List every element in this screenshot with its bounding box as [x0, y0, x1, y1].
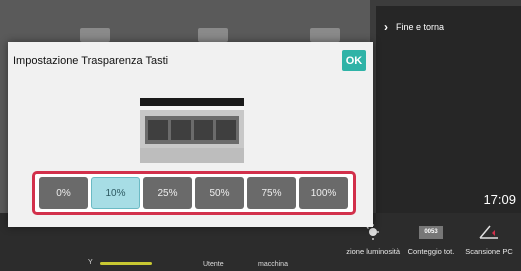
home-icon-3	[310, 28, 340, 42]
chevron-right-icon: ›	[384, 20, 388, 34]
option-25-button[interactable]: 25%	[143, 177, 192, 209]
scan-pc-button[interactable]: Scansione PC	[458, 221, 520, 256]
scan-pc-icon	[458, 221, 520, 243]
brightness-slider[interactable]	[100, 262, 152, 265]
option-50-button[interactable]: 50%	[195, 177, 244, 209]
home-icon-1	[80, 28, 110, 42]
home-icon-2	[198, 28, 228, 42]
user-label: Utente	[203, 261, 224, 268]
option-0-button[interactable]: 0%	[39, 177, 88, 209]
option-100-button[interactable]: 100%	[299, 177, 348, 209]
counter-label: Conteggio tot.	[407, 247, 455, 256]
counter-button[interactable]: 0053 Conteggio tot.	[400, 221, 462, 256]
option-10-button[interactable]: 10%	[91, 177, 140, 209]
preview-keys	[145, 116, 239, 144]
transparency-dialog: Impostazione Trasparenza Tasti OK 0% 10%…	[8, 42, 373, 227]
option-75-button[interactable]: 75%	[247, 177, 296, 209]
machine-label: macchina	[258, 261, 288, 268]
transparency-options: 0% 10% 25% 50% 75% 100%	[32, 171, 356, 215]
fine-e-torna-button[interactable]: › Fine e torna	[384, 20, 444, 34]
preview-key	[216, 120, 236, 140]
slider-letter: Y	[88, 259, 93, 266]
transparency-preview	[140, 98, 244, 163]
preview-key	[170, 120, 191, 140]
preview-key	[148, 120, 168, 140]
brightness-label: zione luminosità	[346, 247, 400, 256]
counter-icon: 0053	[419, 225, 443, 239]
clock: 17:09	[483, 192, 516, 207]
scan-pc-label: Scansione PC	[465, 247, 513, 256]
ok-button[interactable]: OK	[342, 50, 366, 71]
dialog-title: Impostazione Trasparenza Tasti	[13, 55, 169, 67]
preview-key	[193, 120, 214, 140]
fine-e-torna-label: Fine e torna	[396, 22, 445, 32]
side-panel: › Fine e torna 17:09	[376, 6, 521, 213]
